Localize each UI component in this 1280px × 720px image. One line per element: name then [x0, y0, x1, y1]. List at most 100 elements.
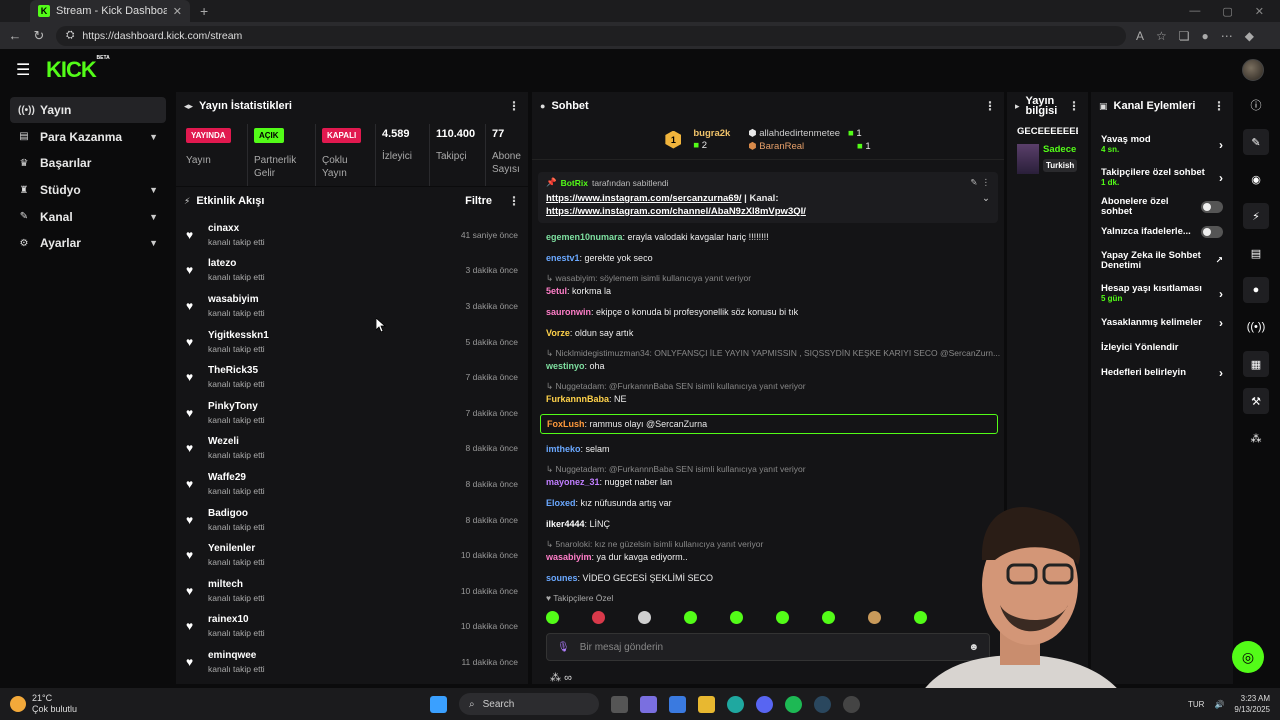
kick-logo[interactable]: KICK BETA [46, 55, 110, 83]
activity-item[interactable]: ♥ PinkyTony kanalı takip etti 7 dakika önce [176, 395, 528, 431]
stat-multistream[interactable]: KAPALI Çoklu Yayın [316, 124, 376, 186]
pencil-icon[interactable]: ✎ [1243, 129, 1269, 155]
points-icon[interactable]: ⁂ [550, 672, 561, 684]
category-thumbnail[interactable] [1017, 144, 1039, 174]
activity-username[interactable]: eminqwee [208, 650, 453, 661]
channel-action-item[interactable]: İzleyici Yönlendir [1091, 335, 1233, 360]
chat-username[interactable]: Vorze [546, 328, 570, 338]
emote-icon[interactable] [592, 611, 605, 624]
discord-icon[interactable] [756, 695, 773, 713]
chat-username[interactable]: ilker4444 [546, 519, 585, 529]
browser-tab[interactable]: K Stream - Kick Dashboard ✕ [30, 0, 190, 22]
game-app-icon[interactable] [843, 695, 860, 713]
reply-context[interactable]: ↳ Nicklmidegistimuzman34: ONLYFANSÇI İLE… [532, 348, 1004, 359]
copilot-app-icon[interactable] [640, 695, 657, 713]
reload-icon[interactable]: ↻ [32, 28, 46, 44]
leader-3[interactable]: ⬢ BaranReal ■ 1 [748, 141, 870, 152]
chat-username[interactable]: FoxLush [547, 419, 585, 429]
sidebar-item-ayarlar[interactable]: ⚙ Ayarlar ▼ [10, 230, 166, 256]
reply-context[interactable]: ↳ wasabiyim: söylemem isimli kullanıcıya… [532, 273, 1004, 284]
lightning-icon[interactable]: ⚡ [1243, 203, 1269, 229]
category-name[interactable]: Sadece [1043, 144, 1077, 155]
chat-username[interactable]: imtheko [546, 444, 581, 454]
channel-action-item[interactable]: Abonelere özel sohbet [1091, 194, 1233, 219]
activity-item[interactable]: ♥ Wezeli kanalı takip etti 8 dakika önce [176, 431, 528, 467]
language-tag[interactable]: Turkish [1043, 159, 1077, 172]
chat-username[interactable]: mayonez_31 [546, 477, 600, 487]
activity-item[interactable]: ♥ wasabiyim kanalı takip etti 3 dakika önce [176, 288, 528, 324]
close-tab-icon[interactable]: ✕ [173, 5, 182, 18]
activity-item[interactable]: ♥ cinaxx kanalı takip etti 41 saniye önce [176, 217, 528, 253]
infinity-icon[interactable]: ∞ [564, 672, 572, 684]
sidebar-item-basarilar[interactable]: ♛ Başarılar [10, 150, 166, 176]
more-options-icon[interactable]: ⋮ [508, 99, 520, 113]
channel-action-item[interactable]: Yavaş mod 4 sn. › [1091, 128, 1233, 161]
read-aloud-icon[interactable]: A [1136, 29, 1144, 43]
more-icon[interactable]: ⋯ [1221, 29, 1233, 43]
channel-action-item[interactable]: Yasaklanmış kelimeler › [1091, 310, 1233, 335]
activity-username[interactable]: miltech [208, 579, 453, 590]
chat-username[interactable]: FurkannnBaba [546, 394, 609, 404]
toggle-switch[interactable] [1201, 225, 1223, 238]
activity-username[interactable]: wasabiyim [208, 294, 458, 305]
channel-action-item[interactable]: Hesap yaşı kısıtlaması 5 gün › [1091, 277, 1233, 310]
channel-action-item[interactable]: Yalnızca ifadelerle... [1091, 219, 1233, 244]
user-avatar[interactable] [1242, 58, 1264, 81]
channel-action-item[interactable]: Hedefleri belirleyin › [1091, 360, 1233, 385]
language-indicator[interactable]: TUR [1188, 700, 1204, 709]
chat-username[interactable]: Eloxed [546, 498, 576, 508]
hamburger-menu-icon[interactable]: ☰ [16, 60, 30, 80]
leader-2[interactable]: ⬢ allahdedirtenmetee ■ 1 [748, 128, 861, 139]
channel-action-item[interactable]: Takipçilere özel sohbet 1 dk. › [1091, 161, 1233, 194]
activity-username[interactable]: rainex10 [208, 614, 453, 625]
windows-start-icon[interactable] [430, 695, 447, 713]
pinned-author[interactable]: BotRix [561, 178, 588, 188]
reply-context[interactable]: ↳ Nuggetadam: @FurkannnBaba SEN isimli k… [532, 381, 1004, 392]
address-bar[interactable]: ⛭ https://dashboard.kick.com/stream [56, 25, 1126, 46]
more-options-icon[interactable]: ⋮ [508, 194, 520, 208]
activity-item[interactable]: ♥ Yenilenler kanalı takip etti 10 dakika ön… [176, 537, 528, 573]
emote-icon[interactable] [868, 611, 881, 624]
chat-username[interactable]: sauronwin [546, 307, 591, 317]
activity-item[interactable]: ♥ eminqwee kanalı takip etti 11 dakika önce [176, 644, 528, 680]
chat-username[interactable]: westinyo [546, 361, 585, 371]
camera-icon[interactable]: ◉ [1243, 166, 1269, 192]
emote-icon[interactable] [546, 611, 559, 624]
more-options-icon[interactable]: ⋮ [1068, 100, 1080, 112]
activity-item[interactable]: ♥ Waffe29 kanalı takip etti 8 dakika önce [176, 466, 528, 502]
group-icon[interactable]: ⁂ [1243, 425, 1269, 451]
close-window-icon[interactable]: ✕ [1255, 5, 1264, 18]
more-options-icon[interactable]: ⋮ [982, 177, 991, 188]
chat-icon[interactable]: ● [1243, 277, 1269, 303]
clock[interactable]: 3:23 AM 9/13/2025 [1234, 693, 1270, 715]
sidebar-item-kanal[interactable]: ✎ Kanal ▼ [10, 204, 166, 230]
activity-username[interactable]: cinaxx [208, 223, 453, 234]
emote-icon[interactable] [730, 611, 743, 624]
file-explorer-icon[interactable] [698, 695, 715, 713]
activity-username[interactable]: Waffe29 [208, 472, 458, 483]
channel-action-item[interactable]: Yapay Zeka ile Sohbet Denetimi ↗ [1091, 244, 1233, 277]
layout-icon[interactable]: ▦ [1243, 351, 1269, 377]
activity-item[interactable]: ♥ Yigitkesskn1 kanalı takip etti 5 dakika ö… [176, 324, 528, 360]
stat-partnership[interactable]: AÇIK Partnerlik Gelir [248, 124, 316, 186]
emote-icon[interactable] [822, 611, 835, 624]
activity-item[interactable]: ♥ rainex10 kanalı takip etti 10 dakika önce [176, 609, 528, 645]
info-icon[interactable]: ⓘ [1243, 92, 1269, 118]
activity-username[interactable]: Badigoo [208, 508, 458, 519]
volume-icon[interactable]: 🔊 [1214, 700, 1224, 709]
wrench-icon[interactable]: ⚒ [1243, 388, 1269, 414]
task-view-icon[interactable] [611, 695, 628, 713]
activity-item[interactable]: ♥ latezo kanalı takip etti 3 dakika önce [176, 253, 528, 289]
support-chat-button[interactable]: ◎ [1232, 641, 1264, 673]
copilot-icon[interactable]: ◆ [1245, 29, 1254, 43]
favorite-star-icon[interactable]: ☆ [1156, 29, 1167, 43]
sidebar-item-studyo[interactable]: ♜ Stüdyo ▼ [10, 177, 166, 203]
activity-username[interactable]: Wezeli [208, 436, 458, 447]
edge-browser-icon[interactable] [727, 695, 744, 713]
steam-icon[interactable] [814, 695, 831, 713]
store-icon[interactable] [669, 695, 686, 713]
leader-1[interactable]: bugra2k ■ 2 [693, 128, 730, 152]
pinned-link-instagram[interactable]: https://www.instagram.com/sercanzurna69/ [546, 193, 742, 204]
activity-username[interactable]: Yenilenler [208, 543, 453, 554]
reply-context[interactable]: ↳ Nuggetadam: @FurkannnBaba SEN isimli k… [532, 464, 1004, 475]
